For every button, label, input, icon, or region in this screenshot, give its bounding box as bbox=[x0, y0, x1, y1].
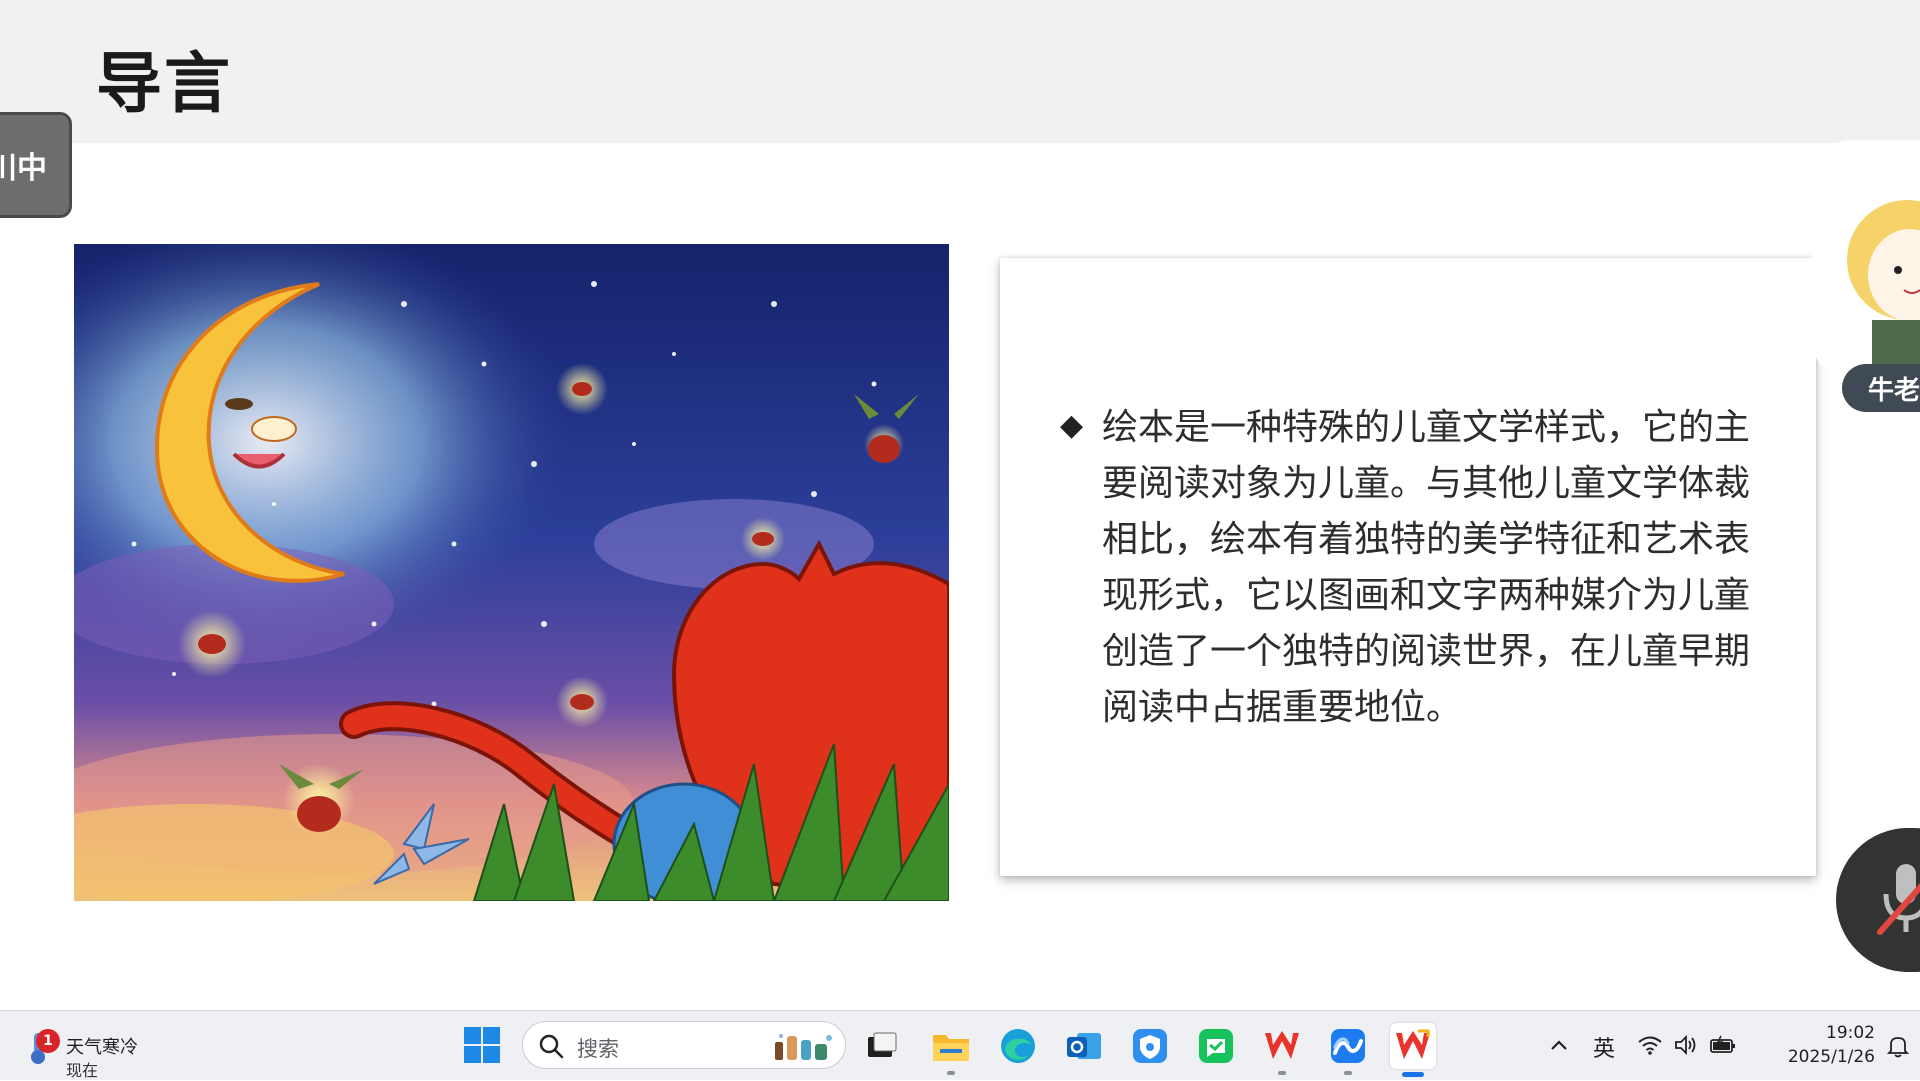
clock-date[interactable]: 2025/1/26 bbox=[1763, 1047, 1875, 1067]
system-tray: 英 19:02 2025/1/26 bbox=[1535, 1011, 1920, 1081]
slide-title: 导言 bbox=[96, 45, 232, 122]
running-indicator bbox=[1344, 1071, 1352, 1075]
taskbar-search-box[interactable]: 搜索 bbox=[522, 1021, 846, 1069]
folder-icon bbox=[933, 1035, 969, 1061]
presentation-slide: 导言 川中 ◆ 绘本是一种特殊的儿童文学样式，它的主要阅读对象为儿童。与其他儿童… bbox=[0, 0, 1920, 1010]
taskbar-app-edge[interactable] bbox=[995, 1023, 1041, 1069]
taskbar-app-wps[interactable] bbox=[1259, 1023, 1305, 1075]
text-content-card: ◆ 绘本是一种特殊的儿童文学样式，它的主要阅读对象为儿童。与其他儿童文学体裁相比… bbox=[1000, 258, 1816, 876]
battery-icon[interactable] bbox=[1709, 1033, 1737, 1057]
night-sky-illustration bbox=[74, 244, 949, 901]
chat-app-icon bbox=[1199, 1029, 1233, 1063]
participant-video-thumbnail[interactable] bbox=[1812, 140, 1920, 380]
avatar-cartoon-girl bbox=[1847, 200, 1920, 380]
wifi-icon[interactable] bbox=[1637, 1033, 1663, 1057]
search-highlight-decoration bbox=[769, 1030, 839, 1064]
running-indicator bbox=[947, 1071, 955, 1075]
chevron-up-icon[interactable] bbox=[1547, 1033, 1571, 1057]
side-floating-tab[interactable]: 川中 bbox=[0, 112, 72, 218]
input-method-indicator[interactable]: 英 bbox=[1593, 1031, 1615, 1063]
task-view-button[interactable] bbox=[858, 1023, 904, 1069]
taskbar-app-meeting[interactable] bbox=[1325, 1023, 1371, 1075]
taskbar-app-wps-presentation[interactable] bbox=[1390, 1023, 1436, 1077]
edge-browser-icon bbox=[1001, 1029, 1035, 1063]
clock-time[interactable]: 19:02 bbox=[1763, 1023, 1875, 1043]
outlook-mail-icon bbox=[1067, 1033, 1101, 1059]
taskbar-app-chat[interactable] bbox=[1193, 1023, 1239, 1069]
volume-icon[interactable] bbox=[1673, 1033, 1699, 1057]
active-window-indicator bbox=[1402, 1072, 1424, 1077]
mute-microphone-button[interactable] bbox=[1836, 828, 1920, 972]
picture-book-illustration bbox=[74, 244, 949, 901]
notification-bell-icon[interactable] bbox=[1885, 1033, 1911, 1059]
slide-header-band: 导言 bbox=[0, 0, 1920, 143]
wps-presentation-icon bbox=[1396, 1029, 1430, 1059]
weather-widget[interactable]: 1 天气寒冷 现在 bbox=[18, 1021, 178, 1080]
shield-app-icon bbox=[1133, 1029, 1167, 1063]
task-view-icon bbox=[868, 1032, 897, 1057]
participant-name: 牛老 bbox=[1868, 375, 1920, 406]
windows-taskbar: 1 天气寒冷 现在 搜索 英 19:02 2025/1/26 bbox=[0, 1010, 1920, 1080]
weather-sub-label: 现在 bbox=[66, 1061, 99, 1080]
video-meeting-icon bbox=[1331, 1029, 1365, 1063]
slide-body-text: 绘本是一种特殊的儿童文学样式，它的主要阅读对象为儿童。与其他儿童文学体裁相比，绘… bbox=[1102, 407, 1751, 728]
taskbar-app-security[interactable] bbox=[1127, 1023, 1173, 1069]
mic-muted-icon bbox=[1877, 864, 1920, 935]
search-placeholder: 搜索 bbox=[577, 1037, 619, 1061]
diamond-bullet-icon: ◆ bbox=[1060, 408, 1084, 443]
weather-alert-badge: 1 bbox=[36, 1029, 60, 1053]
start-button[interactable] bbox=[462, 1025, 502, 1065]
search-icon bbox=[537, 1032, 565, 1060]
side-tab-label: 川中 bbox=[0, 151, 47, 186]
taskbar-app-outlook[interactable] bbox=[1061, 1023, 1107, 1069]
taskbar-app-file-explorer[interactable] bbox=[928, 1023, 974, 1075]
weather-label: 天气寒冷 bbox=[66, 1037, 138, 1058]
wps-office-icon bbox=[1265, 1031, 1299, 1059]
running-indicator bbox=[1278, 1071, 1286, 1075]
participant-name-tag: 牛老 bbox=[1842, 364, 1920, 412]
windows-logo-icon bbox=[464, 1027, 500, 1063]
